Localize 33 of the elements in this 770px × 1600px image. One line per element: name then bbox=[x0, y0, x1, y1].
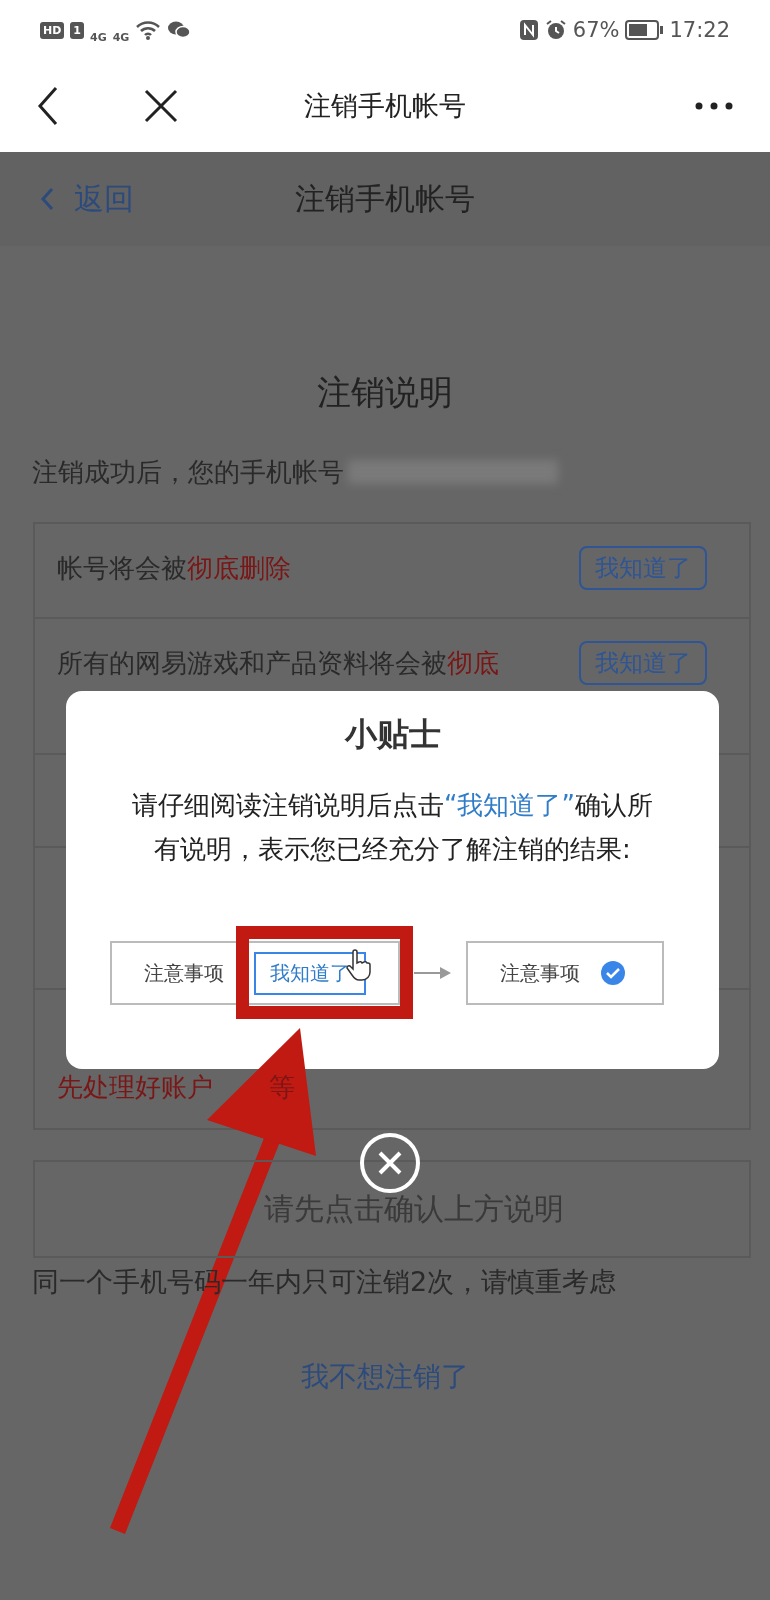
check-icon bbox=[600, 960, 626, 986]
battery-percent: 67% bbox=[572, 18, 620, 42]
close-icon[interactable] bbox=[144, 89, 178, 123]
status-indicator: 4G bbox=[112, 30, 130, 44]
status-indicator: HD bbox=[40, 21, 65, 39]
status-indicator: 4G bbox=[90, 30, 107, 44]
alarm-icon bbox=[544, 19, 567, 41]
dialog-message: 请仔细阅读注销说明后点击“我知道了”确认所有说明，表示您已经充分了解注销的结果: bbox=[131, 789, 654, 866]
intro-text: 注销成功后，您的手机帐号 bbox=[32, 455, 344, 489]
section-title: 注销说明 bbox=[316, 372, 454, 412]
notice-text: 所有的网易游戏和产品资料将会被彻底 bbox=[57, 647, 499, 680]
close-button[interactable] bbox=[360, 1133, 420, 1193]
notice-text: 先处理好账户 bbox=[57, 1071, 213, 1104]
arrow-icon bbox=[414, 966, 452, 980]
pointer-hand-icon bbox=[345, 949, 371, 981]
back-icon[interactable] bbox=[36, 86, 60, 126]
header-title: 注销手机帐号 bbox=[295, 179, 475, 218]
notice-text: 帐号将会被彻底删除 bbox=[57, 552, 291, 585]
status-indicator: 1 bbox=[70, 21, 84, 39]
chevron-icon bbox=[40, 187, 54, 211]
cancel-link[interactable]: 我不想注销了 bbox=[301, 1358, 469, 1396]
page-title: 注销手机帐号 bbox=[304, 89, 466, 123]
close-icon bbox=[377, 1150, 403, 1176]
notice-text: 等 bbox=[269, 1071, 295, 1104]
chat-icon bbox=[167, 20, 192, 40]
example-label: 注意事项 bbox=[144, 959, 224, 987]
battery-icon bbox=[625, 20, 664, 40]
more-icon[interactable] bbox=[694, 101, 734, 111]
clock: 17:22 bbox=[669, 18, 730, 42]
dialog-title: 小贴士 bbox=[343, 714, 442, 755]
wifi-icon bbox=[135, 19, 162, 41]
nfc-icon bbox=[518, 19, 539, 41]
example-label: 注意事项 bbox=[500, 959, 580, 987]
